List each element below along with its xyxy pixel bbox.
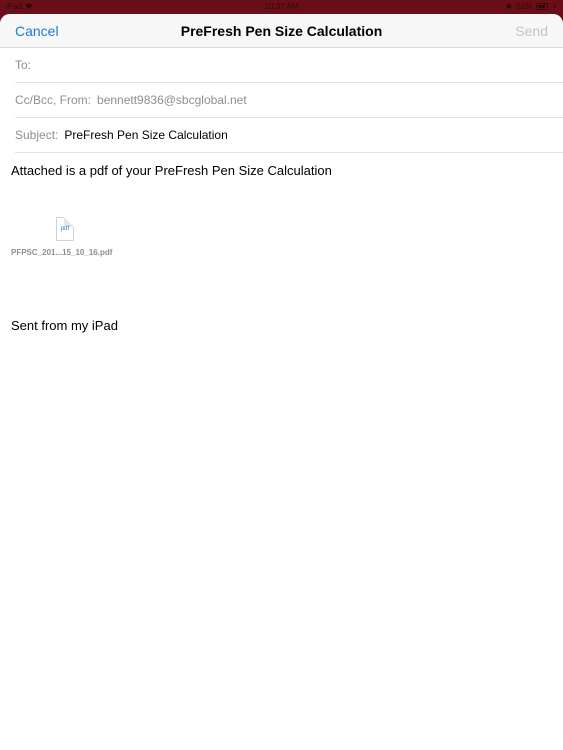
subject-label: Subject:	[15, 128, 59, 142]
subject-field[interactable]: Subject: PreFresh Pen Size Calculation	[15, 118, 563, 153]
battery-percent: 51%	[516, 2, 533, 11]
pdf-file-icon: pdf	[56, 217, 74, 241]
send-button[interactable]: Send	[515, 23, 548, 39]
status-right: ✱ 51% +	[506, 2, 557, 11]
from-value[interactable]: bennett9836@sbcglobal.net	[97, 93, 247, 107]
signature-text: Sent from my iPad	[11, 318, 118, 333]
ccbcc-from-label: Cc/Bcc, From:	[15, 93, 92, 107]
status-bar: iPad 10:37 AM ✱ 51% +	[0, 0, 563, 14]
battery-icon	[536, 3, 549, 10]
subject-input[interactable]: PreFresh Pen Size Calculation	[64, 128, 227, 142]
compose-navbar: Cancel PreFresh Pen Size Calculation Sen…	[0, 14, 563, 48]
body-text: Attached is a pdf of your PreFresh Pen S…	[11, 163, 332, 178]
ccbcc-from-field[interactable]: Cc/Bcc, From: bennett9836@sbcglobal.net	[15, 83, 563, 118]
pdf-attachment[interactable]: pdf PFPSC_201...15_10_16.pdf	[11, 217, 131, 257]
attachment-filename: PFPSC_201...15_10_16.pdf	[11, 248, 113, 257]
charging-icon: +	[552, 2, 557, 11]
pdf-icon-label: pdf	[60, 226, 70, 232]
to-label: To:	[15, 58, 32, 72]
bluetooth-icon: ✱	[505, 2, 513, 11]
compose-sheet: Cancel PreFresh Pen Size Calculation Sen…	[0, 14, 563, 750]
to-field[interactable]: To:	[15, 48, 563, 83]
status-time: 10:37 AM	[264, 2, 299, 11]
compose-title: PreFresh Pen Size Calculation	[180, 23, 383, 39]
message-body[interactable]: Attached is a pdf of your PreFresh Pen S…	[0, 163, 563, 178]
